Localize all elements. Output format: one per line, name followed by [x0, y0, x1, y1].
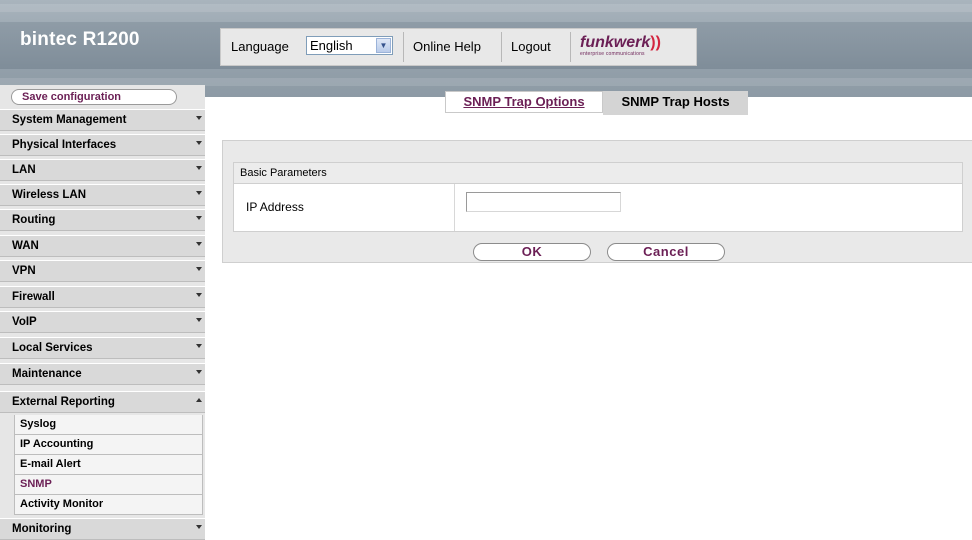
app-header: bintec R1200 Language English ▼ Online H… [0, 0, 972, 97]
sidebar-item-label: Physical Interfaces [12, 139, 117, 151]
language-label: Language [231, 39, 289, 54]
column-divider [454, 184, 455, 231]
chevron-down-icon [196, 525, 202, 529]
ok-button[interactable]: OK [473, 243, 591, 261]
ip-address-input[interactable] [466, 192, 621, 212]
section-header: Basic Parameters [234, 163, 962, 184]
submenu-item-syslog[interactable]: Syslog [15, 415, 202, 435]
chevron-down-icon [196, 370, 202, 374]
sidebar-item-label: WAN [12, 240, 39, 252]
submenu-item-ip-accounting[interactable]: IP Accounting [15, 435, 202, 455]
sidebar-item-routing[interactable]: Routing [0, 209, 205, 231]
logo-word: funkwerk [580, 34, 651, 51]
sidebar-item-system-management[interactable]: System Management [0, 109, 205, 131]
cancel-button[interactable]: Cancel [607, 243, 725, 261]
funkwerk-logo: funkwerk)) enterprise communications [580, 34, 661, 57]
external-reporting-submenu: Syslog IP Accounting E-mail Alert SNMP A… [14, 415, 203, 515]
logo-waves-icon: )) [650, 34, 661, 51]
form-panel: Basic Parameters IP Address OK Cancel [222, 140, 972, 263]
toolbar-divider [570, 32, 571, 62]
sidebar-item-maintenance[interactable]: Maintenance [0, 363, 205, 385]
language-select[interactable]: English ▼ [306, 36, 393, 55]
logout-link[interactable]: Logout [511, 39, 551, 54]
tab-snmp-trap-hosts[interactable]: SNMP Trap Hosts [603, 91, 748, 115]
chevron-down-icon [196, 267, 202, 271]
chevron-down-icon[interactable]: ▼ [376, 38, 391, 53]
chevron-down-icon [196, 191, 202, 195]
chevron-down-icon [196, 318, 202, 322]
chevron-down-icon [196, 216, 202, 220]
sidebar-item-label: Monitoring [12, 523, 72, 535]
sidebar-item-label: LAN [12, 164, 36, 176]
chevron-down-icon [196, 344, 202, 348]
sidebar-item-label: Firewall [12, 291, 55, 303]
sidebar-item-physical-interfaces[interactable]: Physical Interfaces [0, 134, 205, 156]
sidebar-item-wireless-lan[interactable]: Wireless LAN [0, 184, 205, 206]
submenu-item-activity-monitor[interactable]: Activity Monitor [15, 495, 202, 515]
online-help-link[interactable]: Online Help [413, 39, 481, 54]
chevron-down-icon [196, 242, 202, 246]
sidebar-item-vpn[interactable]: VPN [0, 260, 205, 282]
header-decoration [0, 4, 972, 12]
sidebar-item-external-reporting[interactable]: External Reporting [0, 391, 205, 413]
sidebar-item-wan[interactable]: WAN [0, 235, 205, 257]
ip-address-label: IP Address [246, 200, 304, 214]
tab-snmp-trap-options[interactable]: SNMP Trap Options [445, 91, 603, 113]
chevron-down-icon [196, 293, 202, 297]
toolbar-divider [403, 32, 404, 62]
sidebar-item-label: VPN [12, 265, 36, 277]
sidebar-item-label: Routing [12, 214, 56, 226]
ip-address-row: IP Address [234, 184, 962, 231]
sidebar-item-local-services[interactable]: Local Services [0, 337, 205, 359]
sidebar-item-firewall[interactable]: Firewall [0, 286, 205, 308]
top-toolbar: Language English ▼ Online Help Logout fu… [220, 28, 697, 66]
chevron-down-icon [196, 116, 202, 120]
sidebar: Save configuration System Management Phy… [0, 85, 205, 540]
language-select-value: English [310, 38, 353, 53]
basic-parameters-table: Basic Parameters IP Address [233, 162, 963, 232]
sidebar-item-label: Wireless LAN [12, 189, 87, 201]
chevron-up-icon [196, 398, 202, 402]
logo-subtitle: enterprise communications [580, 51, 645, 57]
section-title: Basic Parameters [240, 167, 327, 179]
chevron-down-icon [196, 166, 202, 170]
sidebar-item-label: External Reporting [12, 396, 115, 408]
sidebar-item-label: Local Services [12, 342, 93, 354]
sidebar-item-voip[interactable]: VoIP [0, 311, 205, 333]
sidebar-item-label: Maintenance [12, 368, 82, 380]
sidebar-item-lan[interactable]: LAN [0, 159, 205, 181]
product-title: bintec R1200 [20, 29, 140, 50]
chevron-down-icon [196, 141, 202, 145]
sidebar-item-label: VoIP [12, 316, 37, 328]
sidebar-item-label: System Management [12, 114, 127, 126]
submenu-item-email-alert[interactable]: E-mail Alert [15, 455, 202, 475]
toolbar-divider [501, 32, 502, 62]
sidebar-item-monitoring[interactable]: Monitoring [0, 518, 205, 540]
submenu-item-snmp[interactable]: SNMP [15, 475, 202, 495]
save-configuration-button[interactable]: Save configuration [11, 89, 177, 105]
